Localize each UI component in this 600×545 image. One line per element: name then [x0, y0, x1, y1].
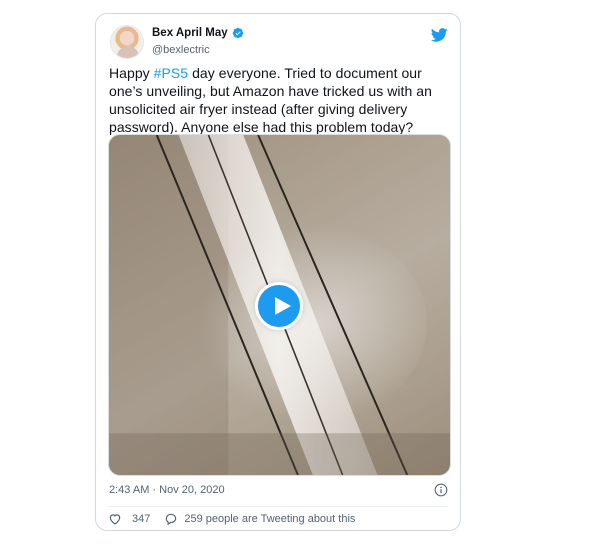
info-icon[interactable] [434, 483, 448, 497]
divider [108, 506, 448, 507]
play-icon[interactable] [255, 282, 303, 330]
tweet-text-start: Happy [109, 65, 154, 81]
author-row: Bex April May [152, 27, 244, 39]
verified-badge-icon [232, 27, 243, 39]
avatar[interactable] [110, 25, 144, 59]
replies-link[interactable]: 259 people are Tweeting about this [184, 513, 355, 525]
twitter-bird-icon[interactable] [431, 28, 448, 42]
heart-icon[interactable] [108, 512, 122, 526]
user-handle[interactable]: @bexlectric [152, 44, 210, 56]
display-name[interactable]: Bex April May [152, 27, 228, 39]
tweet-text: Happy #PS5 day everyone. Tried to docume… [109, 64, 451, 136]
tweet-timestamp[interactable]: 2:43 AM · Nov 20, 2020 [109, 484, 225, 496]
video-player[interactable] [108, 134, 451, 476]
tweet-actions: 347 259 people are Tweeting about this [108, 512, 355, 526]
tweet-card[interactable]: Bex April May @bexlectric Happy #PS5 day… [95, 13, 461, 531]
hashtag-link[interactable]: #PS5 [154, 65, 188, 81]
like-count[interactable]: 347 [132, 513, 150, 525]
speech-bubble-icon[interactable] [164, 512, 178, 526]
